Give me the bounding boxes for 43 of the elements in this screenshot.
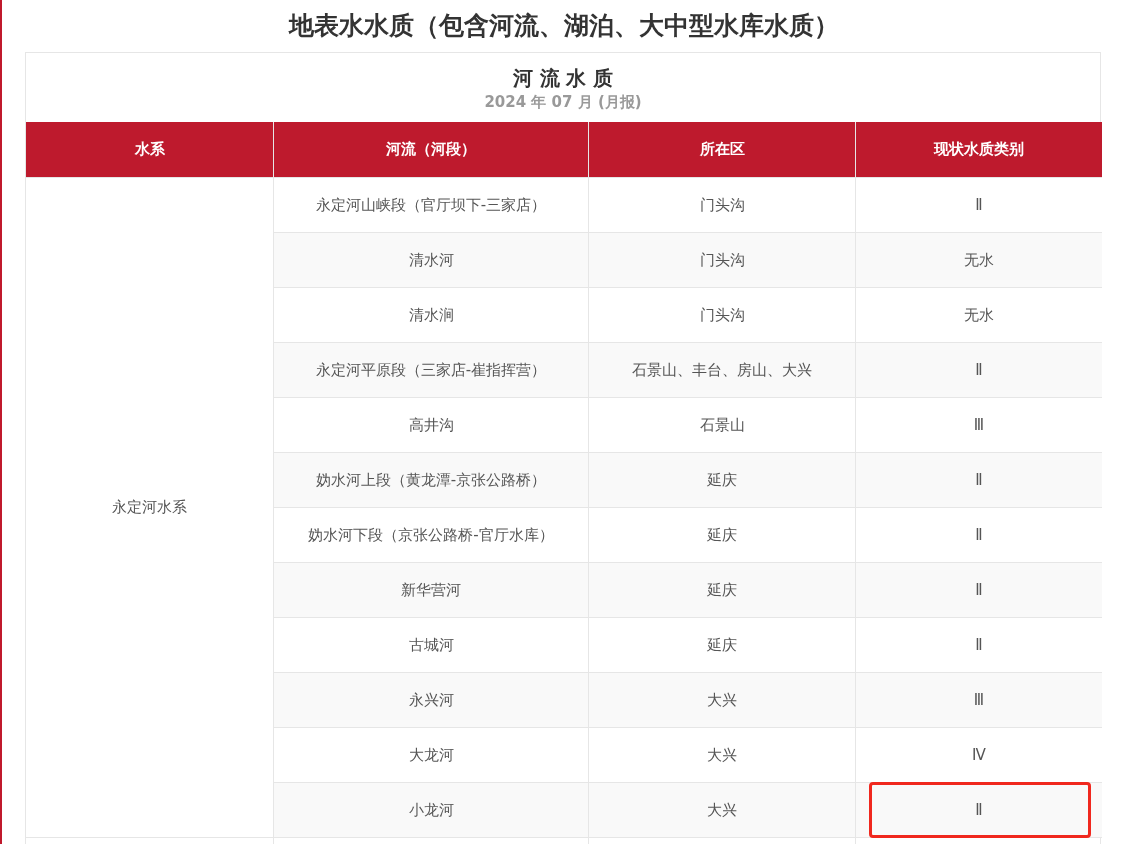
table-title: 河 流 水 质 xyxy=(512,64,614,92)
table-cell: 大兴 xyxy=(588,727,855,782)
table-cell: Ⅱ xyxy=(855,342,1102,397)
table-cell: 无水 xyxy=(855,232,1102,287)
table-cell: 大龙河 xyxy=(273,727,588,782)
report-period: 2024 年 07 月 (月报) xyxy=(484,91,642,112)
table-cell: Ⅲ xyxy=(855,672,1102,727)
column-header: 河流（河段） xyxy=(273,122,588,177)
table-cell: Ⅱ xyxy=(855,617,1102,672)
page-title: 地表水水质（包含河流、湖泊、大中型水库水质） xyxy=(289,10,839,43)
table-cell: 石景山、丰台、房山、大兴 xyxy=(588,342,855,397)
table-cell: 延庆 xyxy=(588,562,855,617)
table-cell: Ⅱ xyxy=(855,177,1102,232)
table-cell: 延庆 xyxy=(588,617,855,672)
table-cell: 无水 xyxy=(855,287,1102,342)
table-cell: Ⅲ xyxy=(855,397,1102,452)
table-cell: 石景山 xyxy=(588,397,855,452)
table-cell: 小龙河 xyxy=(273,782,588,837)
table-cell: 妫水河上段（黄龙潭-京张公路桥） xyxy=(273,452,588,507)
table-cell: 延庆 xyxy=(588,507,855,562)
table-cell: Ⅱ xyxy=(855,507,1102,562)
table-cell: 门头沟 xyxy=(588,177,855,232)
table-cell: Ⅱ xyxy=(855,782,1102,837)
table-cell: 高井沟 xyxy=(273,397,588,452)
column-header: 现状水质类别 xyxy=(855,122,1102,177)
table-cell: 永兴河 xyxy=(273,672,588,727)
table-cell: 古城河 xyxy=(273,617,588,672)
table-cell: 妫水河下段（京张公路桥-官厅水库） xyxy=(273,507,588,562)
table-cell: Ⅱ xyxy=(855,562,1102,617)
table-cell: 延庆 xyxy=(588,452,855,507)
column-header: 所在区 xyxy=(588,122,855,177)
table-cell: 清水河 xyxy=(273,232,588,287)
table-cell: 门头沟 xyxy=(588,287,855,342)
table-cell: 永定河山峡段（官厅坝下-三家店） xyxy=(273,177,588,232)
table-cell: Ⅳ xyxy=(855,727,1102,782)
table-cell: 门头沟 xyxy=(588,232,855,287)
table-cell: 永定河平原段（三家店-崔指挥营） xyxy=(273,342,588,397)
table-cell: 清水涧 xyxy=(273,287,588,342)
table-cell: Ⅱ xyxy=(855,452,1102,507)
table-cell: 新华营河 xyxy=(273,562,588,617)
column-header: 水系 xyxy=(26,122,273,177)
table-cell: 大兴 xyxy=(588,672,855,727)
table-cell: 大兴 xyxy=(588,782,855,837)
